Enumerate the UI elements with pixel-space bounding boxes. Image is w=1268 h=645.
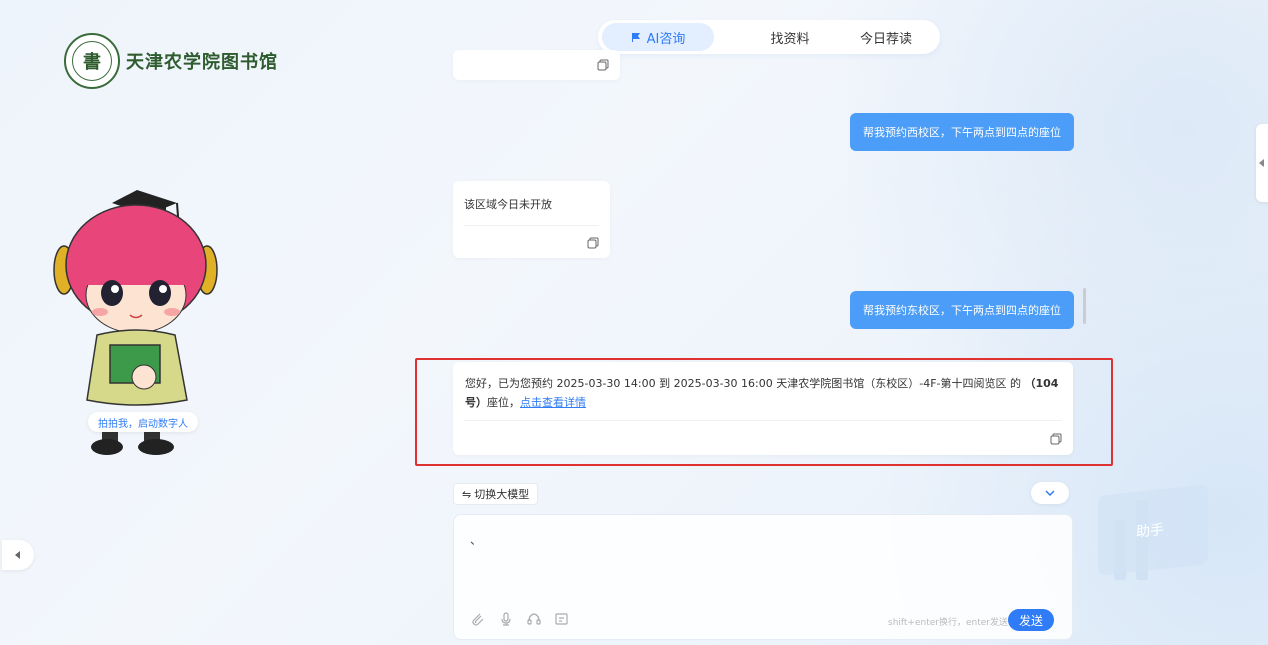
tab-ai-consult[interactable]: AI咨询 (602, 23, 714, 51)
tab-label: 今日荐读 (859, 31, 912, 47)
send-button[interactable]: 发送 (1008, 609, 1054, 631)
tab-daily-recommend[interactable]: 今日荐读 (846, 23, 926, 51)
voice-call-icon[interactable] (526, 611, 542, 627)
user-message: 帮我预约东校区，下午两点到四点的座位 (850, 291, 1074, 329)
tab-label: AI咨询 (646, 31, 686, 47)
bot-message: 该区域今日未开放 (453, 181, 610, 258)
chat-input-box[interactable]: 、 shift+enter换行，enter发送 发送 (453, 514, 1073, 640)
chevron-down-icon (1045, 490, 1055, 496)
flag-icon (631, 33, 640, 42)
input-toolbar (470, 611, 570, 627)
tab-find-resources[interactable]: 找资料 (734, 23, 846, 51)
start-digital-human-button[interactable]: 拍拍我，启动数字人 (88, 412, 198, 432)
chat-input[interactable]: 、 (470, 531, 482, 548)
chat-scrollbar[interactable] (1083, 288, 1086, 324)
switch-model-label: 切换大模型 (474, 488, 530, 501)
tab-label: 找资料 (770, 31, 810, 47)
input-hint: shift+enter换行，enter发送 (888, 618, 1008, 628)
highlight-box (415, 358, 1113, 466)
caret-left-icon (15, 551, 20, 559)
screenshot-icon[interactable] (554, 611, 570, 627)
copy-icon[interactable] (597, 59, 609, 71)
copy-icon[interactable] (587, 237, 599, 249)
collapse-button[interactable] (1031, 482, 1069, 504)
switch-icon: ⇋ (462, 487, 472, 501)
right-panel-toggle[interactable] (1256, 124, 1268, 202)
attachment-icon[interactable] (470, 611, 486, 627)
microphone-icon[interactable] (498, 611, 514, 627)
top-tabs: AI咨询 找资料 今日荐读 (598, 20, 940, 54)
library-seal: 書 (64, 33, 120, 89)
bot-message-text: 该区域今日未开放 (464, 198, 552, 211)
library-logo: 書 天津农学院图书馆 (64, 33, 278, 89)
caret-left-icon (1259, 159, 1264, 167)
switch-model-button[interactable]: ⇋ 切换大模型 (453, 483, 539, 505)
user-message: 帮我预约西校区，下午两点到四点的座位 (850, 113, 1074, 151)
seal-character: 書 (72, 41, 112, 81)
background-card: 助手 (1098, 484, 1208, 576)
library-name: 天津农学院图书馆 (126, 52, 278, 73)
divider (464, 225, 599, 226)
left-panel-toggle[interactable] (2, 540, 34, 570)
bot-message-partial (453, 50, 620, 80)
